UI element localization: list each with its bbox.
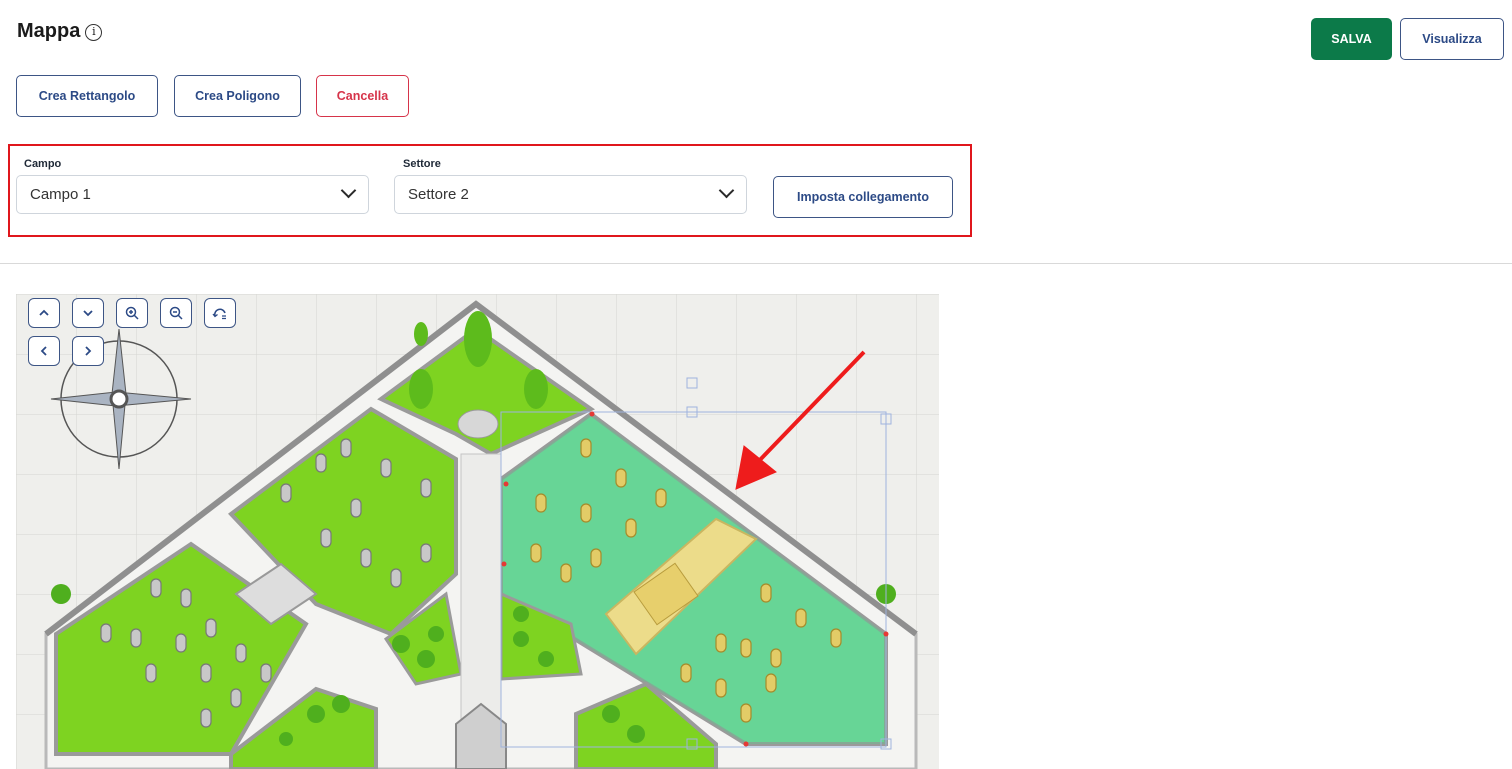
page-title-text: Mappa bbox=[17, 20, 81, 42]
save-button[interactable]: SALVA bbox=[1311, 18, 1392, 60]
delete-button[interactable]: Cancella bbox=[316, 75, 409, 117]
map-editor-page: Mappa i SALVA Visualizza Crea Rettangolo … bbox=[0, 0, 1512, 769]
reset-view-button[interactable] bbox=[204, 298, 236, 328]
chevron-down-icon bbox=[83, 310, 93, 317]
map-canvas[interactable] bbox=[16, 294, 939, 769]
settore-label: Settore bbox=[403, 158, 441, 170]
set-link-button[interactable]: Imposta collegamento bbox=[773, 176, 953, 218]
create-rectangle-button[interactable]: Crea Rettangolo bbox=[16, 75, 158, 117]
pan-down-button[interactable] bbox=[72, 298, 104, 328]
pan-up-button[interactable] bbox=[28, 298, 60, 328]
zoom-out-icon bbox=[169, 306, 183, 320]
chevron-right-icon bbox=[85, 346, 92, 356]
zoom-in-icon bbox=[125, 306, 139, 320]
page-title: Mappa i bbox=[17, 20, 103, 43]
pan-left-button[interactable] bbox=[28, 336, 60, 366]
reset-view-icon bbox=[212, 308, 226, 320]
create-polygon-button[interactable]: Crea Poligono bbox=[174, 75, 301, 117]
campo-select[interactable]: Campo 1 bbox=[16, 175, 369, 214]
campo-select-value: Campo 1 bbox=[30, 186, 91, 203]
pan-right-button[interactable] bbox=[72, 336, 104, 366]
view-button[interactable]: Visualizza bbox=[1400, 18, 1504, 60]
cemetery-map-image bbox=[16, 294, 939, 769]
campo-label: Campo bbox=[24, 158, 62, 170]
zoom-out-button[interactable] bbox=[160, 298, 192, 328]
info-circle-icon[interactable]: i bbox=[85, 24, 103, 41]
settore-select[interactable]: Settore 2 bbox=[394, 175, 747, 214]
chevron-down-icon bbox=[340, 182, 357, 199]
chevron-up-icon bbox=[39, 309, 49, 316]
section-divider bbox=[0, 263, 1512, 264]
chevron-down-icon bbox=[718, 182, 735, 199]
zoom-in-button[interactable] bbox=[116, 298, 148, 328]
chevron-left-icon bbox=[40, 346, 47, 356]
settore-select-value: Settore 2 bbox=[408, 186, 469, 203]
